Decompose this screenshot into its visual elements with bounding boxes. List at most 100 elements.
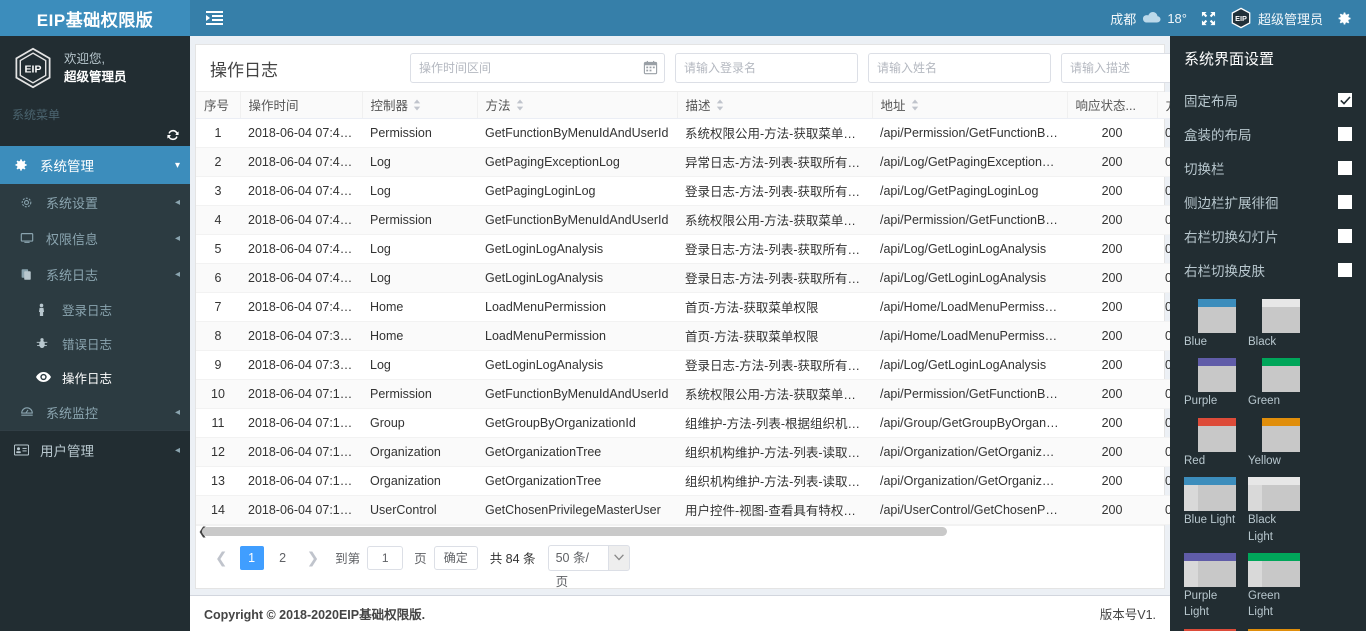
settings-option-checkbox[interactable]	[1338, 263, 1352, 277]
log-cell-controller: Home	[362, 321, 477, 351]
gear-icon[interactable]	[1337, 11, 1352, 26]
table-row[interactable]: 12 2018-06-04 07:15:23 Organization GetOrga…	[196, 437, 1170, 467]
sidebar-item-error-log[interactable]: 错误日志	[0, 326, 190, 360]
column-header-controller[interactable]: 控制器	[362, 92, 478, 119]
confirm-page-button[interactable]: 确定	[433, 545, 478, 570]
table-row[interactable]: 6 2018-06-04 07:40:43 Log GetLoginLogAnalys…	[196, 263, 1170, 293]
log-cell-controller: Log	[362, 234, 477, 264]
description-input[interactable]	[1061, 53, 1170, 83]
sidebar-item-operation-log[interactable]: 操作日志	[0, 360, 190, 394]
skin-label: Green Light	[1248, 589, 1280, 619]
log-cell-url: /api/UserControl/GetChosenPrivileg...	[872, 495, 1067, 525]
skin-option-3[interactable]: Green	[1248, 358, 1300, 408]
skin-option-6[interactable]: Blue Light	[1184, 477, 1236, 544]
settings-option-checkbox[interactable]	[1338, 93, 1352, 107]
skin-option-7[interactable]: Black Light	[1248, 477, 1300, 544]
settings-option-checkbox[interactable]	[1338, 127, 1352, 141]
settings-option-2[interactable]: 切换栏	[1184, 151, 1352, 185]
fullscreen-icon[interactable]	[1201, 11, 1216, 26]
settings-option-1[interactable]: 盒装的布局	[1184, 117, 1352, 151]
top-bar-right: 成都 18° EIP 超级管理员	[1110, 7, 1352, 29]
settings-option-3[interactable]: 侧边栏扩展徘徊	[1184, 185, 1352, 219]
log-cell-description: 异常日志-方法-列表-获取所有异常...	[677, 147, 872, 177]
total-count-label: 共 84 条	[489, 552, 536, 566]
skin-label: Black	[1248, 336, 1277, 348]
table-row[interactable]: 4 2018-06-04 07:41:06 Permission GetFunctio…	[196, 205, 1170, 235]
table-row[interactable]: 1 2018-06-04 07:41:45 Permission GetFunctio…	[196, 118, 1170, 148]
table-row[interactable]: 5 2018-06-04 07:41:06 Log GetLoginLogAnalys…	[196, 234, 1170, 264]
log-cell-controller: Permission	[362, 118, 477, 148]
sidebar-item-system-log[interactable]: 系统日志 ◂	[0, 256, 190, 292]
table-row[interactable]: 10 2018-06-04 07:15:23 Permission GetFuncti…	[196, 379, 1170, 409]
chevron-down-icon[interactable]	[607, 544, 630, 571]
skin-option-8[interactable]: Purple Light	[1184, 552, 1236, 620]
log-table: 序号 操作时间 控制器 方法 描述 地址 响应状态... 方 12018-06-…	[196, 92, 1170, 525]
skin-label: Green	[1248, 395, 1280, 408]
log-cell-method: GetFunctionByMenuIdAndUserId	[477, 118, 677, 148]
sidebar-item-system-monitor[interactable]: 系统监控 ◂	[0, 394, 190, 430]
sidebar-item-label: 系统管理	[40, 159, 94, 174]
skin-option-0[interactable]: Blue	[1184, 299, 1236, 349]
settings-option-label: 右栏切换幻灯片	[1184, 230, 1279, 245]
table-row[interactable]: 14 2018-06-04 07:15:06 UserControl GetChose…	[196, 495, 1170, 525]
copyright-prefix: Copyright © 2018-2020	[204, 608, 339, 622]
goto-page-input[interactable]	[367, 545, 404, 570]
user-menu[interactable]: EIP 超级管理员	[1230, 7, 1323, 29]
bug-icon	[36, 337, 54, 350]
table-header-row: 序号 操作时间 控制器 方法 描述 地址 响应状态... 方	[196, 92, 1170, 119]
column-header-url[interactable]: 地址	[872, 92, 1068, 119]
login-name-input[interactable]	[675, 53, 858, 83]
log-cell-description: 组织机构维护-方法-列表-读取组织...	[677, 437, 872, 467]
settings-option-4[interactable]: 右栏切换幻灯片	[1184, 219, 1352, 253]
sidebar-item-permission-info[interactable]: 权限信息 ◂	[0, 220, 190, 256]
date-range-input[interactable]	[410, 53, 665, 83]
scrollbar-thumb[interactable]	[202, 526, 947, 536]
log-cell-url: /api/Organization/GetOrganizationT...	[872, 466, 1067, 496]
log-cell-index: 10	[196, 379, 240, 409]
weather-widget[interactable]: 成都 18°	[1110, 9, 1187, 28]
sidebar-item-system-management[interactable]: 系统管理 ▾	[0, 146, 190, 184]
sidebar-item-user-management[interactable]: 用户管理 ◂	[0, 431, 190, 469]
next-page-button[interactable]: ❯	[302, 549, 325, 567]
chevron-left-icon: ◂	[174, 268, 180, 280]
table-row[interactable]: 7 2018-06-04 07:40:41 Home LoadMenuPermissi…	[196, 292, 1170, 322]
settings-option-checkbox[interactable]	[1338, 229, 1352, 243]
gear-icon	[14, 158, 32, 172]
table-row[interactable]: 11 2018-06-04 07:15:23 Group GetGroupByOrga…	[196, 408, 1170, 438]
skin-option-4[interactable]: Red	[1184, 417, 1236, 468]
user-name-input[interactable]	[868, 53, 1051, 83]
prev-page-button[interactable]: ❮	[210, 549, 233, 567]
skin-option-2[interactable]: Purple	[1184, 358, 1236, 408]
sidebar-item-system-settings[interactable]: 系统设置 ◂	[0, 184, 190, 220]
menu-fold-icon[interactable]	[200, 7, 229, 29]
settings-option-5[interactable]: 右栏切换皮肤	[1184, 253, 1352, 287]
table-row[interactable]: 2 2018-06-04 07:41:45 Log GetPagingExceptio…	[196, 147, 1170, 177]
table-row[interactable]: 8 2018-06-04 07:38:20 Home LoadMenuPermissi…	[196, 321, 1170, 351]
sidebar-item-login-log[interactable]: 登录日志	[0, 292, 190, 326]
refresh-icon[interactable]	[166, 128, 180, 142]
column-header-description[interactable]: 描述	[677, 92, 873, 119]
sort-icon[interactable]	[413, 99, 421, 114]
settings-option-checkbox[interactable]	[1338, 195, 1352, 209]
skin-option-5[interactable]: Yellow	[1248, 417, 1300, 468]
log-cell-status: 200	[1067, 205, 1157, 235]
page-size-select[interactable]: 50 条/页	[547, 544, 630, 589]
skin-option-1[interactable]: Black	[1248, 299, 1300, 349]
page-button-2[interactable]: 2	[271, 546, 295, 570]
sort-icon[interactable]	[911, 99, 919, 114]
table-row[interactable]: 13 2018-06-04 07:15:06 Organization GetOrga…	[196, 466, 1170, 496]
sidebar-item-label: 系统设置	[46, 195, 99, 211]
log-cell-method: LoadMenuPermission	[477, 321, 677, 351]
page-button-1[interactable]: 1	[239, 545, 264, 570]
log-cell-method: GetPagingLoginLog	[477, 176, 677, 206]
sort-icon[interactable]	[516, 99, 524, 114]
horizontal-scrollbar[interactable]: ❮	[196, 524, 1164, 538]
sort-icon[interactable]	[716, 99, 724, 114]
sidebar-username: 超级管理员	[64, 70, 127, 84]
skin-option-9[interactable]: Green Light	[1248, 552, 1300, 620]
column-header-method[interactable]: 方法	[477, 92, 678, 119]
settings-option-checkbox[interactable]	[1338, 161, 1352, 175]
table-row[interactable]: 3 2018-06-04 07:41:07 Log GetPagingLoginLog…	[196, 176, 1170, 206]
settings-option-0[interactable]: 固定布局	[1184, 83, 1352, 117]
table-row[interactable]: 9 2018-06-04 07:38:19 Log GetLoginLogAnalys…	[196, 350, 1170, 380]
